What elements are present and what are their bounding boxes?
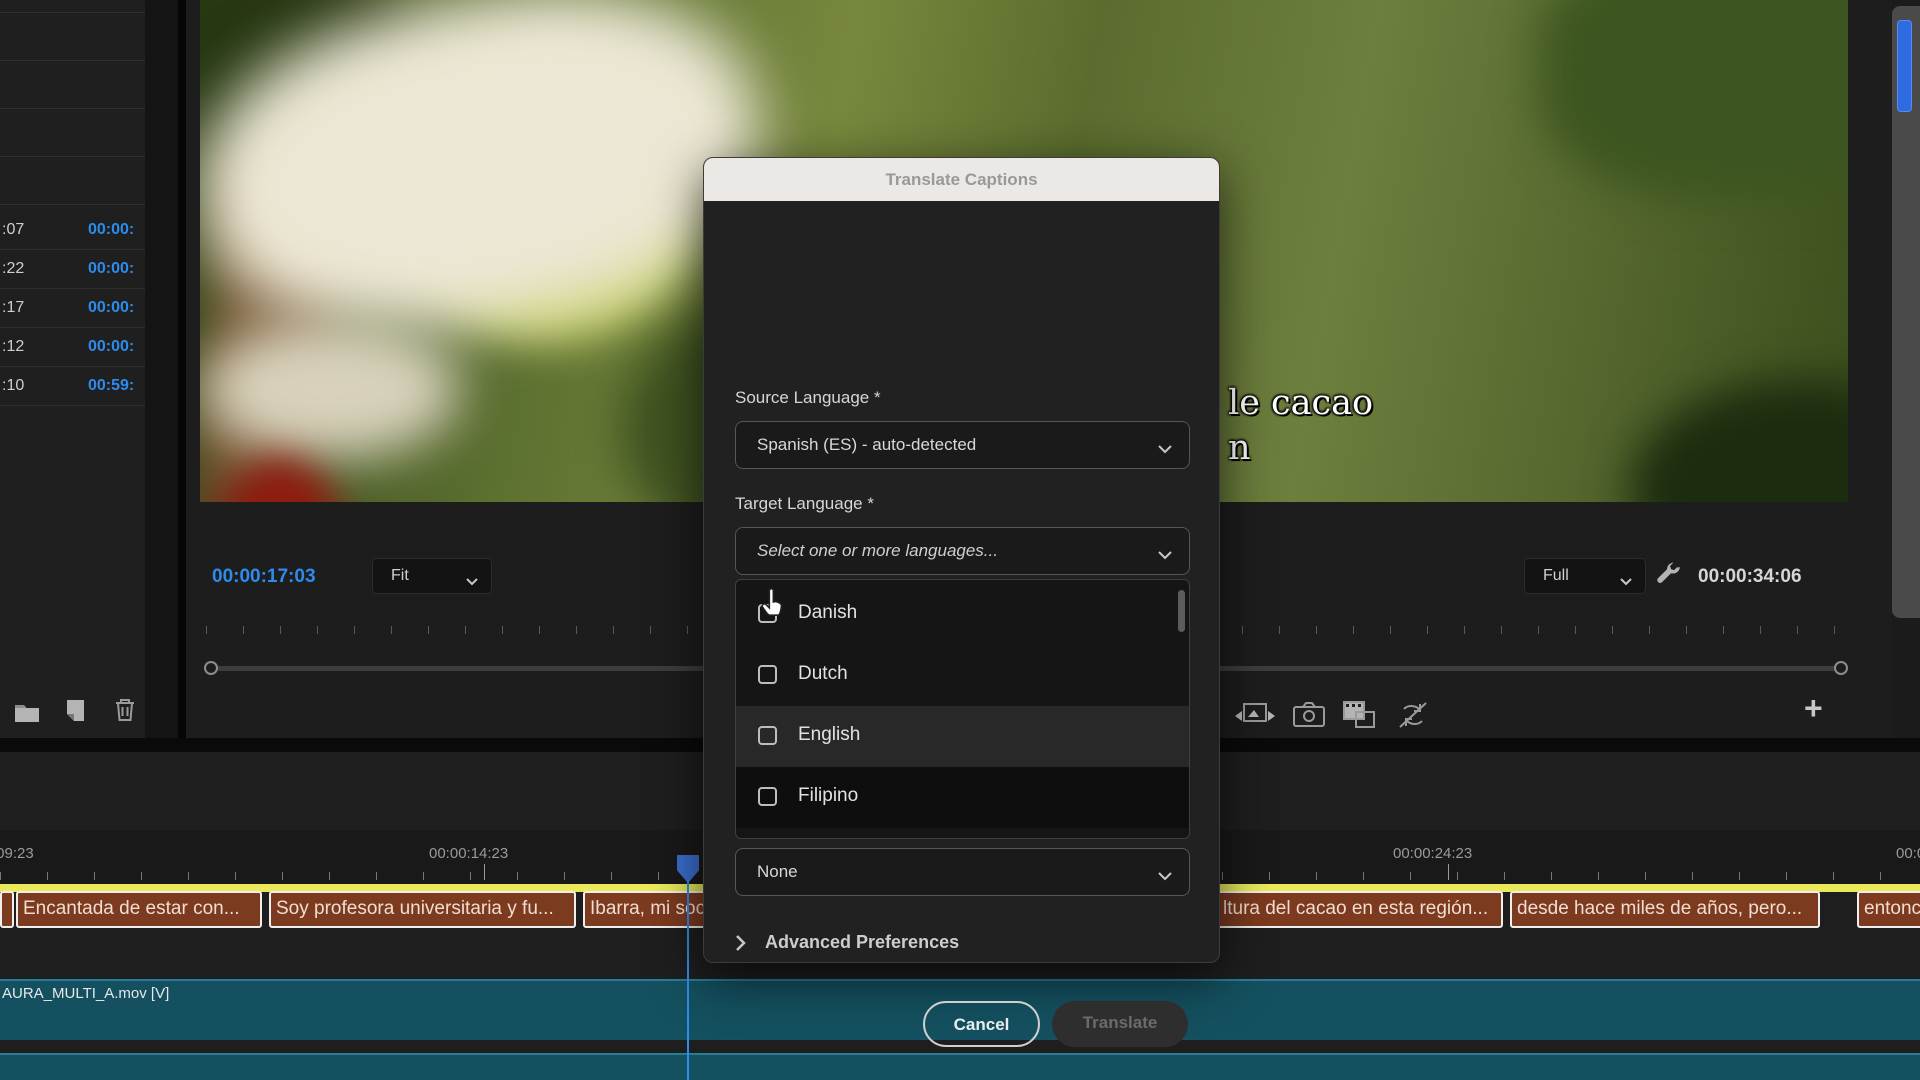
multi-camera-view-icon[interactable] <box>1338 700 1384 732</box>
secondary-select[interactable]: None <box>735 848 1190 896</box>
hand-cursor-icon <box>758 586 790 622</box>
scrollbar-right-handle[interactable] <box>1834 661 1848 675</box>
caption-list-row[interactable] <box>0 0 145 13</box>
caption-list-row[interactable]: :17 00:00: <box>0 289 145 328</box>
chevron-right-icon <box>735 934 747 957</box>
caption-in-timecode: :07 <box>2 221 24 239</box>
caption-list-row[interactable] <box>0 13 145 61</box>
caption-clip[interactable]: desde hace miles de años, pero... <box>1510 891 1820 928</box>
playback-resolution-value: Full <box>1543 567 1569 585</box>
caption-out-timecode[interactable]: 00:00: <box>88 338 134 356</box>
chevron-down-icon <box>1619 573 1633 591</box>
premiere-pro-screen: :07 00:00: :22 00:00: :17 00:00: :12 00:… <box>0 0 1920 1080</box>
checkbox-icon[interactable] <box>758 787 777 806</box>
audio-track-clip[interactable] <box>0 1053 1920 1080</box>
video-track-clip-label: AURA_MULTI_A.mov [V] <box>2 985 169 1002</box>
zoom-level-value: Fit <box>391 567 409 585</box>
ruler-timecode-label: 00:0 <box>1896 845 1920 862</box>
caption-list-row[interactable]: :10 00:59: <box>0 367 145 406</box>
chevron-down-icon <box>465 573 479 591</box>
ruler-timecode-label: 00:00:14:23 <box>429 845 508 862</box>
secondary-select-value: None <box>757 862 798 882</box>
playhead-line[interactable] <box>687 880 689 1080</box>
target-language-label: Target Language * <box>735 494 874 514</box>
caption-clip[interactable] <box>0 891 14 928</box>
caption-in-timecode: :10 <box>2 377 24 395</box>
caption-out-timecode[interactable]: 00:00: <box>88 299 134 317</box>
burned-in-caption-line2: n <box>1228 428 1251 468</box>
video-path <box>200 320 460 460</box>
caption-out-timecode[interactable]: 00:00: <box>88 221 134 239</box>
advanced-preferences-label: Advanced Preferences <box>765 932 959 953</box>
language-options-list: Danish Dutch English Filipino <box>735 579 1190 839</box>
vertical-scrollbar-thumb[interactable] <box>1897 20 1912 112</box>
caption-in-timecode: :22 <box>2 260 24 278</box>
ruler-timecode-label: 00:00:24:23 <box>1393 845 1472 862</box>
ruler-tick-major <box>484 864 485 880</box>
folder-icon[interactable] <box>14 700 42 730</box>
caption-list-row[interactable]: :22 00:00: <box>0 250 145 289</box>
translate-button[interactable]: Translate <box>1052 1001 1188 1047</box>
new-item-icon[interactable] <box>62 698 90 728</box>
language-option-label: Danish <box>798 602 857 624</box>
current-timecode[interactable]: 00:00:17:03 <box>212 566 316 588</box>
caption-out-timecode[interactable]: 00:00: <box>88 260 134 278</box>
settings-wrench-icon[interactable] <box>1654 562 1682 590</box>
zoom-level-select[interactable]: Fit <box>372 558 492 594</box>
language-option-english[interactable]: English <box>736 706 1189 767</box>
language-option-label: Dutch <box>798 663 848 685</box>
caption-in-timecode: :12 <box>2 338 24 356</box>
source-language-label: Source Language * <box>735 388 881 408</box>
panel-divider[interactable] <box>178 0 186 738</box>
advanced-preferences-toggle[interactable]: Advanced Preferences <box>735 930 1035 958</box>
language-option-danish[interactable]: Danish <box>736 584 1189 645</box>
captions-list-panel: :07 00:00: :22 00:00: :17 00:00: :12 00:… <box>0 0 145 738</box>
global-fx-mute-icon[interactable] <box>1392 700 1438 732</box>
ruler-tick-major <box>1448 864 1449 880</box>
comparison-view-icon[interactable] <box>1234 700 1280 732</box>
button-editor-plus-icon[interactable]: + <box>1804 690 1823 727</box>
checkbox-icon[interactable] <box>758 665 777 684</box>
caption-list-row[interactable]: :12 00:00: <box>0 328 145 367</box>
duration-timecode: 00:00:34:06 <box>1698 566 1802 588</box>
chevron-down-icon <box>1157 441 1173 459</box>
checkbox-icon[interactable] <box>758 726 777 745</box>
caption-list-row[interactable]: :07 00:00: <box>0 211 145 250</box>
caption-in-timecode: :17 <box>2 299 24 317</box>
caption-out-timecode[interactable]: 00:59: <box>88 377 134 395</box>
burned-in-caption-line1: le cacao <box>1228 383 1373 423</box>
caption-clip[interactable]: Soy profesora universitaria y fu... <box>269 891 576 928</box>
panel-gutter <box>145 0 178 738</box>
source-language-select[interactable]: Spanish (ES) - auto-detected <box>735 421 1190 469</box>
export-frame-icon[interactable] <box>1288 700 1334 732</box>
chevron-down-icon <box>1157 868 1173 886</box>
right-panel-strip <box>1892 6 1920 618</box>
language-option-label: Filipino <box>798 785 858 807</box>
translate-captions-dialog: Translate Captions Source Language * Spa… <box>703 157 1220 963</box>
playback-resolution-select[interactable]: Full <box>1524 558 1646 594</box>
ruler-timecode-label: :09:23 <box>0 845 34 862</box>
language-option-label: English <box>798 724 860 746</box>
chevron-down-icon <box>1157 547 1173 565</box>
target-language-placeholder: Select one or more languages... <box>757 541 998 561</box>
caption-list-row[interactable] <box>0 61 145 109</box>
dialog-title[interactable]: Translate Captions <box>704 158 1219 201</box>
caption-clip[interactable]: Encantada de estar con... <box>16 891 262 928</box>
caption-clip[interactable]: ltura del cacao en esta región... <box>1216 891 1503 928</box>
trash-icon[interactable] <box>112 697 140 727</box>
cancel-button[interactable]: Cancel <box>923 1001 1040 1047</box>
language-option-dutch[interactable]: Dutch <box>736 645 1189 706</box>
language-option-filipino[interactable]: Filipino <box>736 767 1189 828</box>
scrollbar-left-handle[interactable] <box>204 661 218 675</box>
caption-list-row[interactable] <box>0 157 145 205</box>
caption-clip[interactable]: entonc <box>1857 891 1920 928</box>
target-language-select[interactable]: Select one or more languages... <box>735 527 1190 575</box>
list-scrollbar-thumb[interactable] <box>1178 590 1185 632</box>
caption-list-row[interactable] <box>0 109 145 157</box>
source-language-value: Spanish (ES) - auto-detected <box>757 435 976 455</box>
